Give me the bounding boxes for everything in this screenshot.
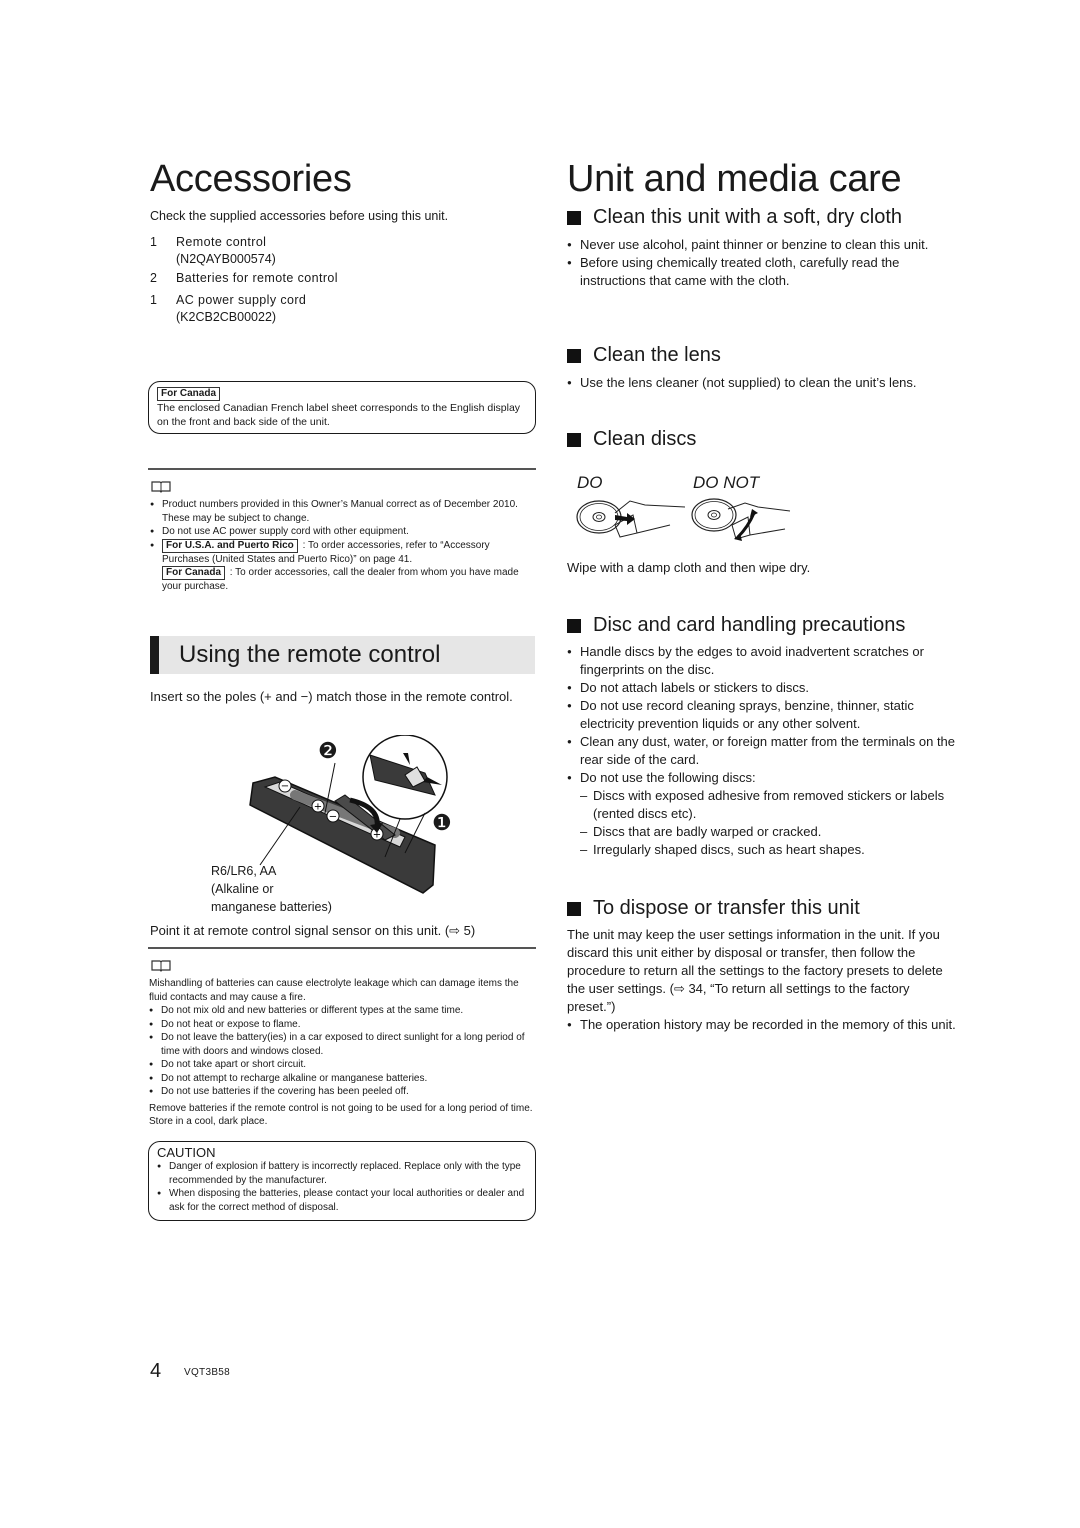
svg-text:−: −: [281, 781, 289, 792]
divider: [148, 468, 536, 470]
accessory-code: (N2QAYB000574): [176, 252, 276, 266]
document-code: VQT3B58: [184, 1367, 231, 1378]
accessory-name: Batteries for remote control: [176, 271, 338, 285]
accessories-list: 1 Remote control (N2QAYB000574) 2 Batter…: [150, 234, 530, 326]
handling-item: Do not use the following discs:: [567, 769, 957, 787]
battery-label: R6/LR6, AA (Alkaline or manganese batter…: [211, 862, 332, 916]
accessories-notes: Product numbers provided in this Owner’s…: [150, 498, 535, 594]
cloth-list: Never use alcohol, paint thinner or benz…: [567, 236, 952, 290]
dispose-item: The operation history may be recorded in…: [567, 1016, 959, 1034]
canada-label-text: The enclosed Canadian French label sheet…: [157, 402, 521, 428]
section-header: Using the remote control: [150, 636, 535, 674]
handling-item: Handle discs by the edges to avoid inadv…: [567, 643, 957, 679]
disc-wipe-incorrect-illustration: [691, 498, 791, 541]
step-1-marker: ❶: [432, 810, 452, 835]
warning-intro: Mishandling of batteries can cause elect…: [149, 978, 519, 1003]
remote-title: Using the remote control: [179, 641, 441, 668]
caution-box: CAUTION Danger of explosion if battery i…: [148, 1141, 536, 1221]
do-not-label: DO NOT: [693, 473, 760, 492]
caution-title: CAUTION: [157, 1145, 216, 1160]
do-label: DO: [577, 473, 603, 492]
accessory-item: 1 AC power supply cord (K2CB2CB00022): [150, 292, 530, 326]
accessory-qty: 1: [150, 235, 158, 249]
dispose-heading: To dispose or transfer this unit: [567, 897, 860, 920]
section-header-bar: [150, 636, 159, 674]
discs-caption: Wipe with a damp cloth and then wipe dry…: [567, 560, 811, 575]
dispose-body: The unit may keep the user settings info…: [567, 926, 959, 1034]
lens-list: Use the lens cleaner (not supplied) to c…: [567, 374, 962, 392]
warning-item: Do not use batteries if the covering has…: [149, 1085, 539, 1099]
warning-item: Do not mix old and new batteries or diff…: [149, 1004, 539, 1018]
handling-list: Handle discs by the edges to avoid inadv…: [567, 643, 957, 859]
note-item: Product numbers provided in this Owner’s…: [150, 498, 535, 525]
accessory-name: AC power supply cord: [176, 293, 307, 307]
order-note: For U.S.A. and Puerto Rico : To order ac…: [150, 538, 535, 594]
handling-sub-item: Discs with exposed adhesive from removed…: [580, 787, 957, 823]
warning-item: Do not leave the battery(ies) in a car e…: [149, 1031, 539, 1058]
battery-kind-cont: manganese batteries): [211, 900, 332, 914]
square-bullet-icon: [567, 210, 581, 225]
battery-type: R6/LR6, AA: [211, 864, 277, 878]
point-instruction: Point it at remote control signal sensor…: [150, 923, 476, 938]
cloth-heading: Clean this unit with a soft, dry cloth: [567, 206, 902, 229]
svg-text:−: −: [329, 812, 337, 823]
for-canada-tag: For Canada: [162, 566, 226, 580]
book-icon: [151, 481, 171, 493]
accessory-name: Remote control: [176, 235, 267, 249]
handling-heading-text: Disc and card handling precautions: [593, 614, 906, 636]
accessories-title: Accessories: [150, 158, 352, 200]
svg-text:+: +: [314, 802, 322, 813]
page-number: 4: [150, 1360, 162, 1382]
cloth-item: Before using chemically treated cloth, c…: [567, 254, 952, 290]
cloth-item: Never use alcohol, paint thinner or benz…: [567, 236, 952, 254]
warning-item: Do not attempt to recharge alkaline or m…: [149, 1072, 539, 1086]
for-canada-tag: For Canada: [157, 387, 221, 401]
handling-sub-item: Discs that are badly warped or cracked.: [580, 823, 957, 841]
square-bullet-icon: [567, 901, 581, 916]
lens-heading-text: Clean the lens: [593, 344, 721, 366]
square-bullet-icon: [567, 618, 581, 633]
note-item: Do not use AC power supply cord with oth…: [150, 525, 535, 539]
dispose-heading-text: To dispose or transfer this unit: [593, 897, 860, 919]
square-bullet-icon: [567, 348, 581, 363]
remove-batteries-text: Remove batteries if the remote control i…: [149, 1102, 533, 1128]
handling-heading: Disc and card handling precautions: [567, 614, 905, 637]
warning-item: Do not take apart or short circuit.: [149, 1058, 539, 1072]
cloth-heading-text: Clean this unit with a soft, dry cloth: [593, 206, 903, 228]
canada-label-box: For Canada The enclosed Canadian French …: [148, 381, 536, 434]
handling-item: Clean any dust, water, or foreign matter…: [567, 733, 957, 769]
discs-heading: Clean discs: [567, 428, 696, 451]
accessory-qty: 1: [150, 293, 158, 307]
accessory-code: (K2CB2CB00022): [176, 310, 277, 324]
for-usa-tag: For U.S.A. and Puerto Rico: [162, 538, 298, 553]
accessory-qty: 2: [150, 271, 158, 285]
disc-wipe-correct-illustration: [576, 500, 685, 538]
square-bullet-icon: [567, 432, 581, 447]
handling-item: Do not attach labels or stickers to disc…: [567, 679, 957, 697]
battery-kind: (Alkaline or: [211, 882, 274, 896]
accessory-item: 1 Remote control (N2QAYB000574): [150, 234, 530, 268]
warning-item: Do not heat or expose to flame.: [149, 1018, 539, 1032]
step-2-marker: ❷: [318, 738, 338, 763]
handling-sub-item: Irregularly shaped discs, such as heart …: [580, 841, 957, 859]
lens-heading: Clean the lens: [567, 344, 721, 367]
divider: [148, 947, 536, 949]
care-title: Unit and media care: [567, 158, 902, 200]
remote-intro: Insert so the poles (+ and −) match thos…: [150, 689, 513, 704]
discs-heading-text: Clean discs: [593, 428, 697, 450]
book-icon: [151, 960, 171, 972]
dispose-text: The unit may keep the user settings info…: [567, 927, 943, 1014]
accessories-intro: Check the supplied accessories before us…: [150, 209, 449, 223]
lens-item: Use the lens cleaner (not supplied) to c…: [567, 374, 962, 392]
handling-item: Do not use record cleaning sprays, benzi…: [567, 697, 957, 733]
caution-item: Danger of explosion if battery is incorr…: [157, 1160, 525, 1187]
battery-warnings: Mishandling of batteries can cause elect…: [149, 977, 539, 1129]
caution-item: When disposing the batteries, please con…: [157, 1187, 525, 1214]
accessory-item: 2 Batteries for remote control: [150, 270, 530, 287]
